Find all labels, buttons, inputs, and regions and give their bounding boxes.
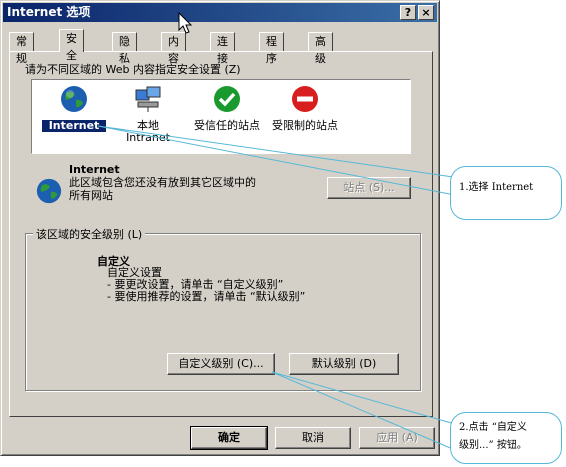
- zone-label: Internet: [42, 120, 106, 132]
- zone-restricted[interactable]: 受限制的站点: [268, 84, 342, 132]
- desc-line: - 要使用推荐的设置，请单击 “默认级别”: [107, 290, 306, 303]
- tab-general[interactable]: 常规: [9, 32, 34, 65]
- zone-internet[interactable]: Internet: [42, 84, 106, 132]
- zone-list: Internet 本地 Intranet 受信任的站点 受限制的站点: [31, 79, 411, 154]
- zone-description: 此区域包含您还没有放到其它区域中的所有网站: [69, 176, 256, 202]
- zone-intranet[interactable]: 本地 Intranet: [118, 84, 178, 144]
- zone-trusted[interactable]: 受信任的站点: [190, 84, 264, 132]
- window-title: Internet 选项: [7, 5, 91, 19]
- security-level-desc: 自定义设置 - 要更改设置，请单击 “自定义级别” - 要使用推荐的设置，请单击…: [107, 267, 305, 303]
- mouse-cursor-icon: [178, 12, 193, 34]
- internet-options-dialog: Internet 选项 ? × 常规 安全 隐私 内容 连接 程序 高级 请为不…: [0, 0, 440, 456]
- close-button[interactable]: ×: [418, 5, 434, 20]
- zones-prompt: 请为不同区域的 Web 内容指定安全设置 (Z): [25, 63, 241, 76]
- callout-text: 级别...” 按钮。: [459, 440, 527, 451]
- intranet-icon: [135, 86, 161, 112]
- tab-advanced[interactable]: 高级: [308, 32, 333, 65]
- title-bar[interactable]: Internet 选项 ? ×: [3, 3, 437, 22]
- tab-programs[interactable]: 程序: [259, 32, 284, 65]
- callout-select-internet: 1.选择 Internet: [450, 166, 562, 220]
- tab-connections[interactable]: 连接: [210, 32, 235, 65]
- default-level-button[interactable]: 默认级别 (D): [289, 353, 399, 375]
- restricted-icon: [292, 86, 318, 112]
- tab-security[interactable]: 安全: [59, 29, 84, 62]
- ok-button[interactable]: 确定: [190, 426, 268, 450]
- zone-label: 本地 Intranet: [126, 119, 170, 144]
- zone-label: 受限制的站点: [272, 119, 338, 132]
- help-button[interactable]: ?: [400, 5, 416, 20]
- custom-level-button[interactable]: 自定义级别 (C)...: [167, 353, 275, 375]
- cancel-button[interactable]: 取消: [275, 427, 351, 449]
- trusted-check-icon: [214, 86, 240, 112]
- callout-text: 1.选择 Internet: [459, 182, 534, 193]
- sites-button[interactable]: 站点 (S)...: [327, 177, 411, 199]
- security-level-label: 该区域的安全级别 (L): [33, 226, 146, 242]
- callout-text: 2.点击 “自定义: [459, 422, 527, 433]
- zone-label: 受信任的站点: [194, 119, 260, 132]
- zone-name: Internet: [69, 163, 120, 176]
- globe-icon: [36, 178, 62, 204]
- globe-icon: [61, 86, 87, 112]
- callout-click-custom-level: 2.点击 “自定义 级别...” 按钮。: [450, 412, 562, 464]
- apply-button[interactable]: 应用 (A): [359, 427, 435, 449]
- tab-privacy[interactable]: 隐私: [112, 32, 137, 65]
